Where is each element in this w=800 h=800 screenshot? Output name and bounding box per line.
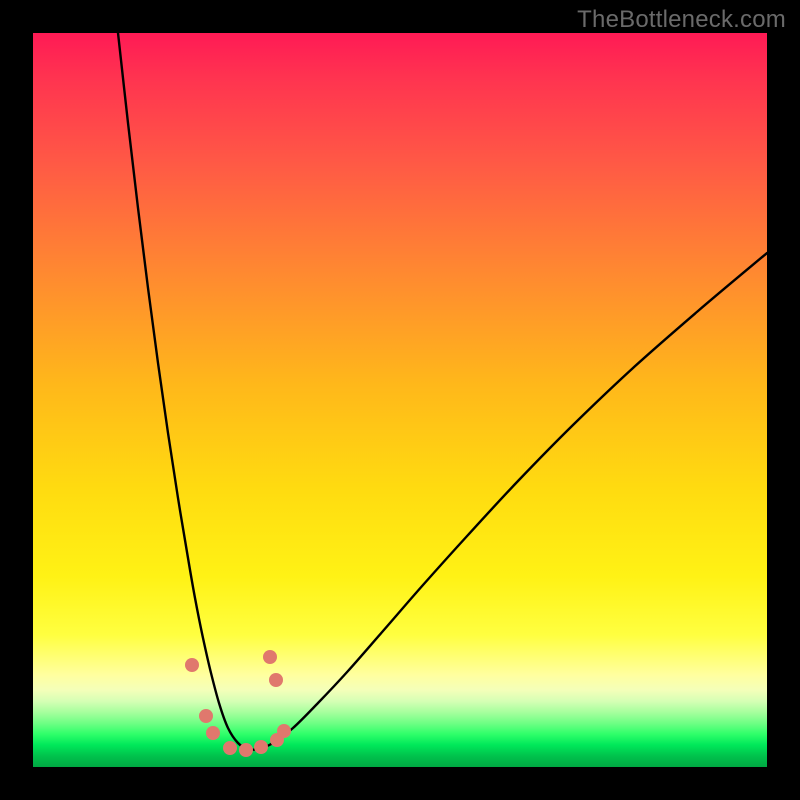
plot-area (33, 33, 767, 767)
watermark-text: TheBottleneck.com (577, 6, 786, 34)
chart-frame: TheBottleneck.com (0, 0, 800, 800)
background-gradient (33, 33, 767, 767)
